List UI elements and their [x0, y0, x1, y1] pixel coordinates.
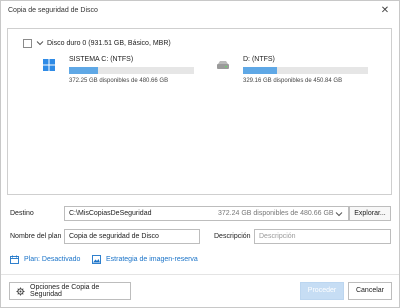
close-button[interactable]: ✕ [379, 5, 391, 17]
destination-path: C:\MisCopiasDeSeguridad [69, 210, 152, 217]
disk-panel: Disco duro 0 (931.51 GB, Básico, MBR) SI… [7, 28, 392, 195]
window-title: Copia de seguridad de Disco [8, 7, 98, 14]
destination-label: Destino [10, 210, 34, 217]
usage-bar-fill [243, 67, 277, 74]
gear-icon [16, 287, 25, 296]
windows-drive-icon [42, 58, 56, 72]
description-placeholder: Descripción [259, 233, 296, 240]
chevron-down-icon[interactable] [36, 39, 44, 47]
backup-dialog: Copia de seguridad de Disco ✕ Disco duro… [0, 0, 400, 308]
usage-bar [243, 67, 368, 74]
title-bar: Copia de seguridad de Disco ✕ [1, 1, 399, 23]
proceed-button[interactable]: Proceder [300, 282, 344, 300]
plan-name-label: Nombre del plan [10, 233, 62, 240]
chevron-down-icon[interactable] [335, 210, 343, 218]
disk-checkbox[interactable] [23, 38, 32, 48]
destination-select[interactable]: C:\MisCopiasDeSeguridad 372.24 GB dispon… [64, 206, 349, 221]
usage-bar [69, 67, 194, 74]
plan-status-link[interactable]: Plan: Desactivado [24, 256, 80, 263]
usage-bar-fill [69, 67, 98, 74]
partition-name: SISTEMA C: (NTFS) [69, 56, 134, 63]
description-label: Descripción [214, 233, 251, 240]
browse-button[interactable]: Explorar... [349, 206, 391, 221]
image-strategy-text[interactable]: Estrategia de imagen-reserva [106, 256, 198, 263]
cancel-button[interactable]: Cancelar [348, 282, 392, 300]
image-strategy-link[interactable]: Estrategia de imagen-reserva [92, 254, 198, 264]
plan-name-input[interactable]: Copia de seguridad de Disco [64, 229, 200, 244]
drive-icon [216, 58, 230, 72]
calendar-icon [10, 255, 19, 264]
image-icon [92, 254, 101, 264]
partition-size: 372.25 GB disponibles de 480.66 GB [69, 78, 169, 84]
disk-title: Disco duro 0 (931.51 GB, Básico, MBR) [47, 39, 171, 47]
plan-schedule-link[interactable]: Plan: Desactivado [10, 254, 80, 264]
disk-header: Disco duro 0 (931.51 GB, Básico, MBR) [23, 38, 171, 48]
partition-size: 329.16 GB disponibles de 450.84 GB [243, 78, 343, 84]
description-input[interactable]: Descripción [254, 229, 391, 244]
footer-divider [1, 274, 399, 275]
destination-space: 372.24 GB disponibles de 480.66 GB [218, 210, 334, 217]
backup-options-label: Opciones de Copia de Seguridad [30, 284, 100, 298]
backup-options-button[interactable]: Opciones de Copia de Seguridad [9, 282, 131, 300]
plan-name-value: Copia de seguridad de Disco [69, 233, 159, 240]
partition-name: D: (NTFS) [243, 56, 275, 63]
